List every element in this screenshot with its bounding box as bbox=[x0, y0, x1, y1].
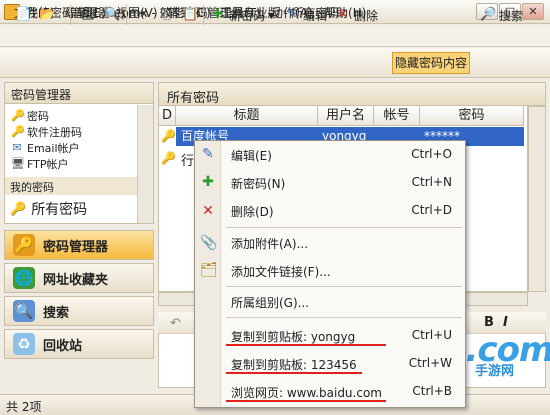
edit-label: 编辑 bbox=[303, 8, 328, 23]
print-icon: 🖨 bbox=[80, 7, 97, 22]
column-header-account[interactable]: 帐号 bbox=[374, 106, 420, 126]
new-password-button[interactable]: ✚ 新密码 ▼ bbox=[207, 4, 277, 26]
ftp-icon: 🖥 bbox=[11, 157, 25, 170]
toolbar-separator bbox=[126, 5, 127, 25]
column-header-d[interactable]: D bbox=[159, 106, 176, 126]
nav-password-manager[interactable]: 🔑 密码管理器 bbox=[4, 230, 154, 260]
preview-button[interactable]: 🔍 bbox=[101, 4, 123, 26]
delete-icon: ✕ bbox=[202, 203, 214, 219]
edit-button[interactable]: ✎ 编辑 bbox=[281, 4, 330, 26]
key-icon: 🔑 bbox=[161, 129, 176, 143]
key-icon: 🔑 bbox=[13, 234, 35, 256]
delete-button[interactable]: ✕ 删除 bbox=[332, 4, 381, 26]
key-icon: 🔑 bbox=[10, 201, 27, 217]
annotation-underline bbox=[226, 344, 386, 346]
delete-label: 删除 bbox=[354, 8, 379, 23]
bold-icon[interactable]: B bbox=[484, 315, 494, 330]
recycle-bin-icon: ♻ bbox=[13, 333, 35, 355]
plus-icon: ✚ bbox=[202, 174, 214, 190]
file-link-icon: 🗂 bbox=[200, 262, 218, 278]
right-panel-header: 所有密码 bbox=[158, 82, 546, 106]
ctx-add-attachment[interactable]: 添加附件(A)... bbox=[222, 232, 464, 254]
toolbar-separator bbox=[70, 5, 71, 25]
key-icon: 🔑 bbox=[11, 125, 25, 138]
print-button[interactable]: 🖨 bbox=[77, 4, 99, 26]
preview-icon: 🔍 bbox=[104, 7, 121, 22]
left-panel-header: 密码管理器 bbox=[4, 82, 154, 104]
new-password-label: 新密码 bbox=[229, 8, 266, 23]
copy-icon: ⎘ bbox=[160, 7, 172, 22]
ctx-add-file-link[interactable]: 添加文件链接(F)... bbox=[222, 260, 464, 282]
context-menu-separator bbox=[226, 317, 462, 318]
new-file-button[interactable]: 📄 bbox=[12, 4, 34, 26]
email-icon: ✉ bbox=[12, 141, 22, 154]
key-icon: 🔑 bbox=[161, 151, 176, 165]
folder-icon: 📂 bbox=[39, 7, 56, 22]
paste-button[interactable]: 📋 bbox=[179, 4, 201, 26]
ctx-group[interactable]: 所属组别(G)... bbox=[222, 291, 464, 313]
grid-vertical-scrollbar[interactable] bbox=[528, 106, 546, 292]
row-title: 行 bbox=[181, 154, 195, 169]
cut-button[interactable]: ✂ bbox=[131, 4, 153, 26]
tree-item-password[interactable]: 🔑 密码 bbox=[11, 108, 49, 124]
scissors-icon: ✂ bbox=[136, 7, 148, 22]
paperclip-icon: 📎 bbox=[200, 235, 218, 251]
delete-icon: ✕ bbox=[337, 7, 349, 22]
edit-icon: ✎ bbox=[202, 146, 214, 162]
column-header-password[interactable]: 密码 bbox=[420, 106, 524, 126]
tree-item-email[interactable]: ✉ Email帐户 bbox=[11, 140, 79, 156]
nav-search[interactable]: 🔍 搜索 bbox=[4, 296, 154, 326]
ctx-new-password[interactable]: 新密码(N) Ctrl+N bbox=[222, 172, 464, 194]
watermark-subtitle: 手游网 bbox=[475, 364, 515, 379]
nav-bookmarks[interactable]: 🌐 网址收藏夹 bbox=[4, 263, 154, 293]
column-header-title[interactable]: 标题 bbox=[176, 106, 318, 126]
chevron-down-icon: ▼ bbox=[268, 10, 275, 20]
context-menu-separator bbox=[226, 227, 462, 228]
column-header-username[interactable]: 用户名 bbox=[318, 106, 374, 126]
search-button[interactable]: 🔎 搜索 bbox=[477, 4, 526, 26]
italic-icon[interactable]: I bbox=[503, 315, 508, 330]
context-menu-separator bbox=[226, 286, 462, 287]
open-button[interactable]: 📂 bbox=[36, 4, 58, 26]
copy-button[interactable]: ⎘ bbox=[155, 4, 177, 26]
search-icon: 🔎 bbox=[480, 7, 497, 22]
globe-icon: 🌐 bbox=[13, 267, 35, 289]
search-label: 搜索 bbox=[499, 8, 524, 23]
annotation-underline bbox=[226, 372, 362, 374]
plus-icon: ✚ bbox=[212, 7, 224, 22]
hide-password-button[interactable]: 隐藏密码内容 bbox=[392, 52, 470, 74]
tree-item-ftp[interactable]: 🖥 FTP帐户 bbox=[11, 156, 69, 172]
ctx-delete[interactable]: 删除(D) Ctrl+D bbox=[222, 200, 464, 222]
new-file-icon: 📄 bbox=[15, 7, 32, 22]
edit-icon: ✎ bbox=[286, 7, 298, 22]
annotation-underline bbox=[226, 400, 386, 402]
menu-bar bbox=[0, 25, 550, 47]
search-icon: 🔍 bbox=[13, 300, 35, 322]
tree-item-license[interactable]: 🔑 软件注册码 bbox=[11, 124, 82, 140]
paste-icon: 📋 bbox=[182, 7, 199, 22]
item-count: 共 2项 bbox=[6, 400, 42, 414]
tree-item-all-passwords[interactable]: 🔑 所有密码 bbox=[5, 198, 143, 220]
tree-group-my-passwords[interactable]: 我的密码 bbox=[5, 177, 143, 195]
tree-scrollbar[interactable] bbox=[137, 105, 153, 223]
undo-icon[interactable]: ↶ bbox=[170, 316, 181, 331]
nav-recycle-bin[interactable]: ♻ 回收站 bbox=[4, 329, 154, 359]
key-icon: 🔑 bbox=[11, 109, 25, 122]
toolbar-separator bbox=[203, 5, 204, 25]
ctx-edit[interactable]: 编辑(E) Ctrl+O bbox=[222, 144, 464, 166]
